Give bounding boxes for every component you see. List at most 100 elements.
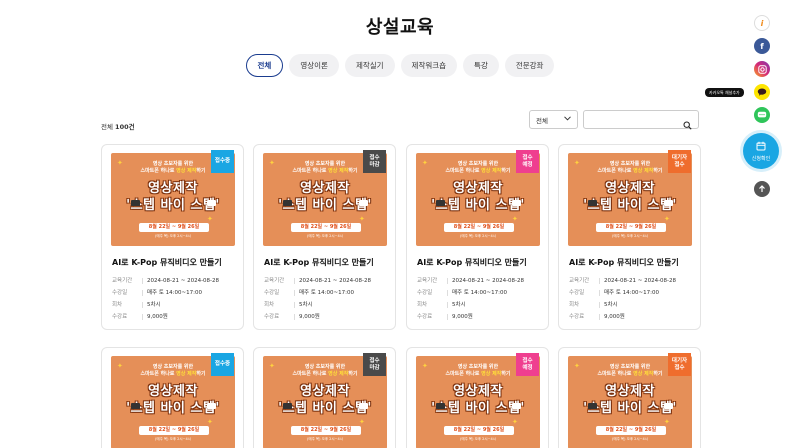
sparkle-icon: ✦: [207, 215, 213, 223]
sparkle-icon: ✦: [359, 418, 365, 426]
poster-tagline-c: 하기: [653, 371, 663, 377]
divider: [294, 289, 295, 296]
poster-dates: 8월 22일 ~ 9월 26일: [291, 223, 361, 232]
page-title: 상설교육: [365, 17, 435, 38]
status-badge: 접수 마감: [363, 353, 386, 376]
sparkle-icon: ✦: [359, 215, 365, 223]
poster-tagline-highlight: 영상 제작: [176, 371, 197, 377]
tab-video-theory[interactable]: 영상이론: [289, 54, 339, 77]
course-card[interactable]: ✦ ✦ 영상 초보자를 위한 스마트폰 하나로 영상 제작하기 영상제작 '스텝 바이 스…: [558, 347, 701, 448]
status-badge: 대기자 접수: [668, 353, 691, 376]
phone-icon: [207, 200, 216, 206]
poster-time: (매주 목) 오후 2시~4시: [460, 234, 496, 238]
course-title[interactable]: AI로 K-Pop 뮤직비디오 만들기: [569, 257, 679, 268]
info-label: 교육기간: [569, 278, 590, 284]
apply-check-button[interactable]: 신청확인: [743, 133, 779, 169]
poster-tagline-highlight: 영상 제작: [328, 168, 349, 174]
instagram-icon[interactable]: [754, 61, 770, 77]
poster-tagline-a: 스마트폰 하나로: [292, 168, 329, 174]
divider: [447, 313, 448, 320]
tab-professional-course[interactable]: 전문강좌: [504, 54, 555, 77]
course-card[interactable]: ✦ ✦ 영상 초보자를 위한 스마트폰 하나로 영상 제작하기 영상제작 '스텝 바이 스…: [101, 347, 244, 448]
course-info-sessions: 회차 5차시: [417, 300, 466, 308]
poster-dates: 8월 22일 ~ 9월 26일: [444, 426, 514, 435]
course-card[interactable]: ✦ ✦ 영상 초보자를 위한 스마트폰 하나로 영상 제작하기 영상제작 '스텝 바이 스…: [101, 144, 244, 330]
info-icon[interactable]: i: [754, 15, 770, 31]
search-icon[interactable]: [683, 115, 692, 134]
info-label: 수강료: [417, 314, 433, 320]
divider: [142, 313, 143, 320]
course-info-period: 교육기간 2024-08-21 ~ 2024-08-28: [264, 276, 371, 284]
facebook-icon[interactable]: f: [754, 38, 770, 54]
clapperboard-icon: [588, 403, 597, 409]
phone-icon: [664, 200, 673, 206]
phone-icon: [512, 403, 521, 409]
apply-check-label: 신청확인: [751, 155, 771, 162]
course-info-fee: 수강료 9,000원: [569, 312, 625, 320]
tab-production-workshop[interactable]: 제작워크숍: [400, 54, 458, 77]
divider: [447, 289, 448, 296]
kakaotalk-icon[interactable]: [754, 84, 770, 100]
course-card[interactable]: ✦ ✦ 영상 초보자를 위한 스마트폰 하나로 영상 제작하기 영상제작 '스텝 바이 스…: [253, 347, 396, 448]
arrow-up-icon[interactable]: [754, 181, 770, 197]
poster-dates: 8월 22일 ~ 9월 26일: [444, 223, 514, 232]
search-input[interactable]: [588, 115, 683, 133]
poster-tagline-c: 하기: [196, 168, 206, 174]
info-value: 5차시: [299, 302, 313, 308]
course-title[interactable]: AI로 K-Pop 뮤직비디오 만들기: [264, 257, 374, 268]
poster-tagline-a: 스마트폰 하나로: [292, 371, 329, 377]
tab-special-lecture[interactable]: 특강: [463, 54, 499, 77]
phone-icon: [207, 403, 216, 409]
course-info-fee: 수강료 9,000원: [417, 312, 473, 320]
divider: [599, 289, 600, 296]
info-value: 5차시: [604, 302, 618, 308]
course-info-schedule: 수강일 매주 토 14:00~17:00: [417, 288, 507, 296]
info-value: 2024-08-21 ~ 2024-08-28: [147, 278, 220, 284]
tab-production-practice[interactable]: 제작실기: [344, 54, 395, 77]
sparkle-icon: ✦: [512, 215, 518, 223]
search-box: [583, 110, 699, 133]
course-card[interactable]: ✦ ✦ 영상 초보자를 위한 스마트폰 하나로 영상 제작하기 영상제작 '스텝 바이 스…: [406, 144, 549, 330]
info-value: 매주 토 14:00~17:00: [452, 290, 507, 296]
course-title[interactable]: AI로 K-Pop 뮤직비디오 만들기: [417, 257, 527, 268]
clapperboard-icon: [436, 200, 445, 206]
sparkle-icon: ✦: [664, 418, 670, 426]
course-info-period: 교육기간 2024-08-21 ~ 2024-08-28: [569, 276, 676, 284]
course-info-fee: 수강료 9,000원: [112, 312, 168, 320]
info-value: 5차시: [452, 302, 466, 308]
course-title[interactable]: AI로 K-Pop 뮤직비디오 만들기: [112, 257, 222, 268]
total-count: 전체 100건: [101, 121, 135, 131]
divider: [599, 301, 600, 308]
info-label: 수강료: [569, 314, 585, 320]
info-label: 수강일: [112, 290, 128, 296]
course-info-period: 교육기간 2024-08-21 ~ 2024-08-28: [112, 276, 219, 284]
poster-dates: 8월 22일 ~ 9월 26일: [139, 426, 209, 435]
sparkle-icon: ✦: [207, 418, 213, 426]
clapperboard-icon: [131, 403, 140, 409]
sparkle-icon: ✦: [512, 418, 518, 426]
course-card[interactable]: ✦ ✦ 영상 초보자를 위한 스마트폰 하나로 영상 제작하기 영상제작 '스텝 바이 스…: [558, 144, 701, 330]
info-label: 회차: [417, 302, 428, 308]
status-badge: 대기자 접수: [668, 150, 691, 173]
course-card[interactable]: ✦ ✦ 영상 초보자를 위한 스마트폰 하나로 영상 제작하기 영상제작 '스텝 바이 스…: [253, 144, 396, 330]
tab-all[interactable]: 전체: [245, 54, 284, 77]
filter-select[interactable]: 전체: [529, 110, 578, 129]
poster-time: (매주 목) 오후 2시~4시: [612, 437, 648, 441]
info-label: 회차: [112, 302, 123, 308]
poster-tagline-a: 스마트폰 하나로: [445, 168, 482, 174]
status-badge: 접수중: [211, 353, 234, 376]
poster-dates: 8월 22일 ~ 9월 26일: [596, 426, 666, 435]
info-label: 회차: [264, 302, 275, 308]
poster-tagline-c: 하기: [348, 168, 358, 174]
info-label: 수강일: [569, 290, 585, 296]
divider: [447, 277, 448, 284]
poster-tagline-highlight: 영상 제작: [481, 371, 502, 377]
poster-title-line2: '스텝 바이 스텝': [583, 401, 677, 416]
course-card[interactable]: ✦ ✦ 영상 초보자를 위한 스마트폰 하나로 영상 제작하기 영상제작 '스텝 바이 스…: [406, 347, 549, 448]
divider: [294, 313, 295, 320]
line-chat-icon[interactable]: [754, 107, 770, 123]
divider: [142, 277, 143, 284]
info-value: 9,000원: [452, 314, 473, 320]
poster-dates: 8월 22일 ~ 9월 26일: [291, 426, 361, 435]
poster-tagline-a: 스마트폰 하나로: [597, 168, 634, 174]
